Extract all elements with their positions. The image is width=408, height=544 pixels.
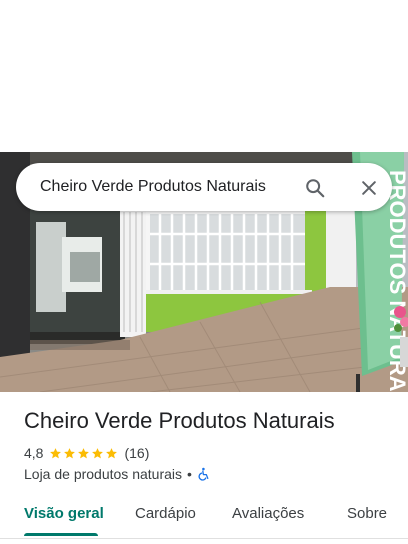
search-query-text[interactable]: Cheiro Verde Produtos Naturais [40, 178, 266, 196]
place-category: Loja de produtos naturais [24, 466, 182, 482]
tab-overview[interactable]: Visão geral [24, 505, 104, 522]
star-rating [49, 447, 119, 460]
star-icon [50, 447, 62, 458]
close-icon [362, 181, 376, 195]
tab-menu[interactable]: Cardápio [135, 505, 196, 522]
star-icon [92, 447, 104, 458]
review-count[interactable]: (16) [124, 445, 149, 461]
place-title: Cheiro Verde Produtos Naturais [24, 408, 335, 433]
rating-value: 4,8 [24, 445, 44, 461]
star-icon [106, 447, 118, 458]
tab-about[interactable]: Sobre [347, 505, 387, 522]
place-tabs: Visão geral Cardápio Avaliações Sobre [0, 498, 408, 539]
search-bar[interactable]: Cheiro Verde Produtos Naturais [16, 163, 392, 211]
close-button[interactable] [356, 175, 382, 201]
active-tab-indicator [24, 533, 98, 536]
star-icon [64, 447, 76, 458]
category-row: Loja de produtos naturais • [24, 465, 211, 483]
star-icon [78, 447, 90, 458]
search-icon [306, 179, 325, 198]
separator-dot: • [187, 466, 192, 482]
tab-reviews[interactable]: Avaliações [232, 505, 304, 522]
search-button[interactable] [302, 175, 328, 201]
rating-row[interactable]: 4,8 (16) [24, 444, 149, 462]
wheelchair-icon[interactable] [197, 467, 211, 481]
